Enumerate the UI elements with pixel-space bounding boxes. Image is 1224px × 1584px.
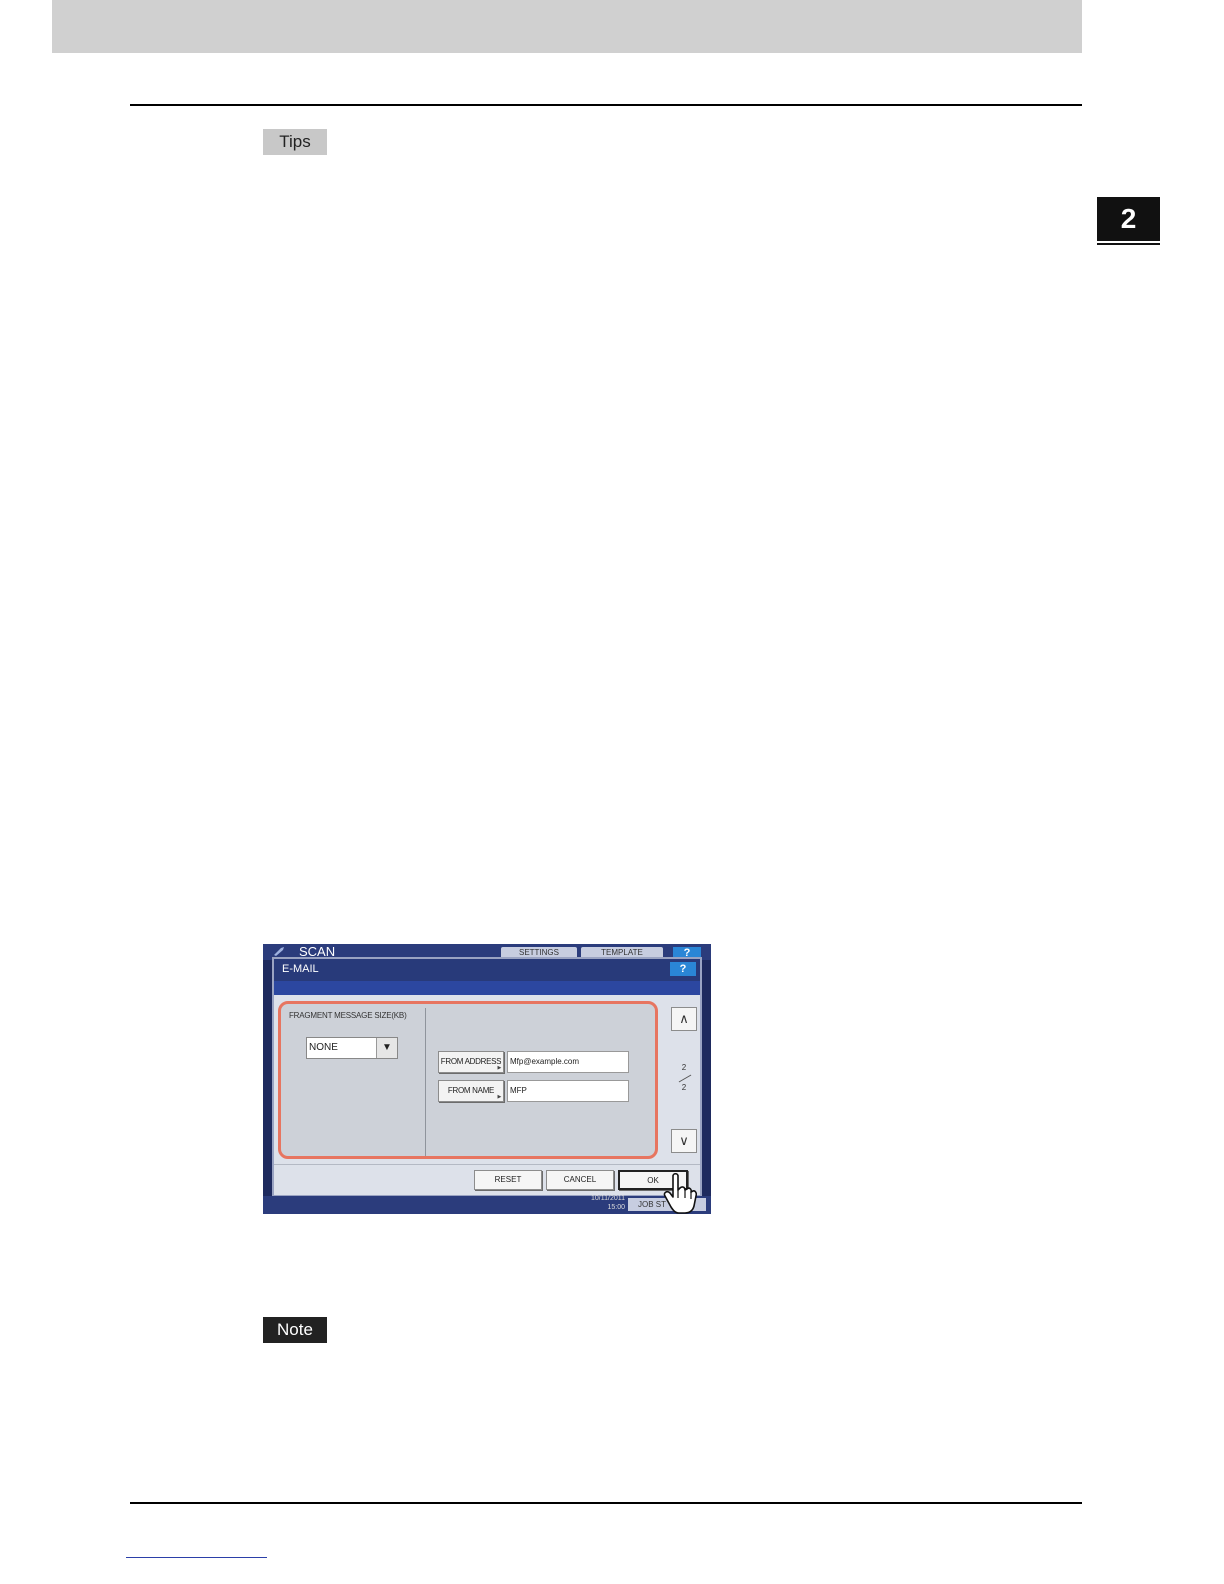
header-bar: [52, 0, 1082, 53]
button-separator: [274, 1164, 700, 1165]
dialog-header-band: [274, 981, 700, 995]
footer-link-underline[interactable]: [126, 1557, 267, 1558]
scan-icon: [274, 947, 284, 956]
chevron-down-icon[interactable]: ▼: [376, 1038, 397, 1058]
from-address-field[interactable]: Mfp@example.com: [507, 1051, 629, 1073]
fragment-size-select[interactable]: NONE ▼: [306, 1037, 398, 1059]
from-name-button[interactable]: FROM NAME ▶: [438, 1080, 504, 1102]
from-name-field[interactable]: MFP: [507, 1080, 629, 1102]
reset-button[interactable]: RESET: [474, 1170, 542, 1190]
from-address-button[interactable]: FROM ADDRESS ▶: [438, 1051, 504, 1073]
page-current: 2: [681, 1063, 687, 1072]
column-divider: [425, 1008, 426, 1156]
header-rule: [130, 104, 1082, 106]
fragment-size-label: FRAGMENT MESSAGE SIZE(KB): [289, 1011, 407, 1020]
tips-label: Tips: [263, 129, 327, 155]
chapter-tab-underline: [1097, 243, 1160, 245]
note-label: Note: [263, 1317, 327, 1343]
footer-rule: [130, 1502, 1082, 1504]
cancel-button[interactable]: CANCEL: [546, 1170, 614, 1190]
fragment-size-value: NONE: [309, 1042, 338, 1053]
arrow-icon: ▶: [497, 1065, 501, 1071]
date-time: 10/11/2011 15:00: [591, 1195, 625, 1211]
email-settings-screenshot: SCAN SETTINGS TEMPLATE ? E-MAIL ? FRAGME…: [263, 944, 711, 1214]
scroll-down-button[interactable]: ∨: [671, 1129, 697, 1153]
chevron-up-icon: ∧: [679, 1011, 689, 1026]
from-address-label: FROM ADDRESS: [440, 1057, 502, 1066]
hand-pointer-icon: [663, 1172, 697, 1214]
dialog-title: E-MAIL: [282, 963, 319, 975]
dialog-header: [274, 959, 700, 981]
chapter-tab: 2: [1097, 197, 1160, 241]
chevron-down-icon: ∨: [679, 1133, 689, 1148]
page-separator: [678, 1074, 692, 1083]
arrow-icon: ▶: [497, 1094, 501, 1100]
page-total: 2: [681, 1083, 687, 1092]
email-dialog: E-MAIL ? FRAGMENT MESSAGE SIZE(KB) NONE …: [272, 957, 702, 1197]
scroll-up-button[interactable]: ∧: [671, 1007, 697, 1031]
dialog-help-button[interactable]: ?: [670, 962, 696, 976]
from-name-label: FROM NAME: [447, 1086, 495, 1095]
